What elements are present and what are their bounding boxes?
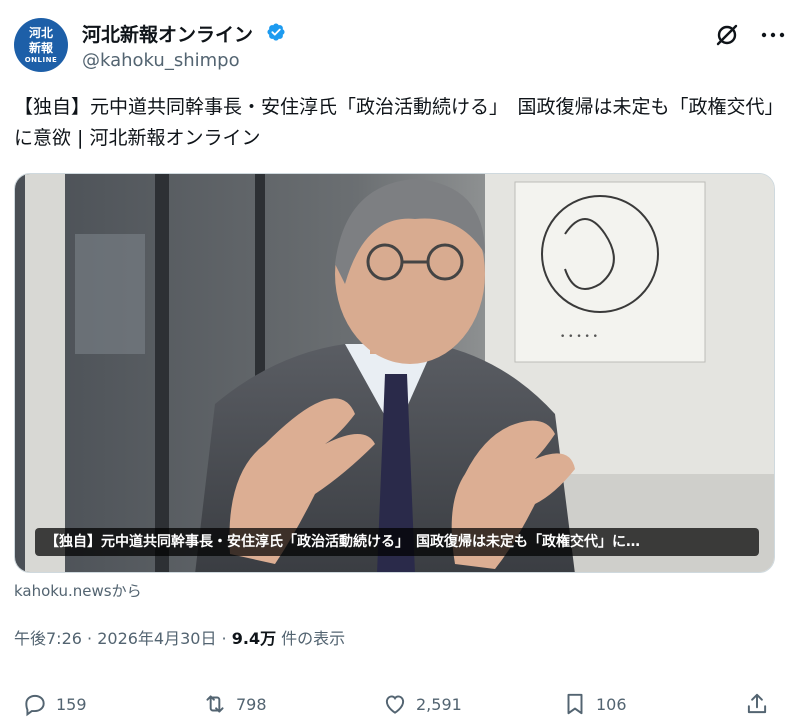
repost-icon xyxy=(206,695,224,713)
reply-button[interactable]: 159 xyxy=(22,690,87,718)
repost-button[interactable]: 798 xyxy=(202,690,267,718)
meta-separator: · xyxy=(216,629,232,648)
user-handle[interactable]: @kahoku_shimpo xyxy=(82,50,240,71)
post-text: 【独自】元中道共同幹事長・安住淳氏「政治活動続ける」 国政復帰は未定も「政権交代… xyxy=(14,96,784,149)
heart-icon xyxy=(385,695,405,714)
link-source[interactable]: kahoku.newsから xyxy=(14,580,142,601)
svg-text:• • • • •: • • • • • xyxy=(560,332,598,342)
display-name[interactable]: 河北新報オンライン xyxy=(82,20,253,47)
link-card-caption: 【独自】元中道共同幹事長・安住淳氏「政治活動続ける」 国政復帰は未定も「政権交代… xyxy=(35,528,759,556)
link-card-image[interactable]: • • • • • 【独自】元中道共同幹事長・安住淳氏「政治活動続ける」 国政復… xyxy=(14,173,775,573)
like-button[interactable]: 2,591 xyxy=(382,690,462,718)
news-photo: • • • • • xyxy=(15,174,774,572)
like-count: 2,591 xyxy=(416,694,462,714)
post-date[interactable]: 2026年4月30日 xyxy=(97,629,216,648)
share-button[interactable] xyxy=(744,690,778,718)
reply-icon xyxy=(25,694,45,717)
bookmark-button[interactable]: 106 xyxy=(562,690,627,718)
avatar[interactable]: 河北 新報 ONLINE xyxy=(14,18,68,72)
bookmark-icon xyxy=(567,693,583,715)
post-meta: 午後7:26 · 2026年4月30日 · 9.4万 件の表示 xyxy=(14,625,345,649)
meta-separator: · xyxy=(81,629,98,648)
repost-count: 798 xyxy=(236,694,267,714)
action-bar: 159 798 2,591 106 xyxy=(14,690,794,718)
more-icon[interactable] xyxy=(758,22,788,48)
grok-icon[interactable] xyxy=(714,22,740,48)
post-time[interactable]: 午後7:26 xyxy=(14,629,82,648)
post-header: 河北 新報 ONLINE 河北新報オンライン @kahoku_shimpo xyxy=(14,18,794,74)
verified-badge-icon[interactable] xyxy=(266,22,286,42)
avatar-text-line3: ONLINE xyxy=(24,56,58,64)
avatar-text-line2: 新報 xyxy=(28,41,53,55)
share-icon xyxy=(747,693,767,714)
views-count: 9.4万 xyxy=(231,629,277,648)
reply-count: 159 xyxy=(56,694,87,714)
views-label: 件の表示 xyxy=(276,629,346,648)
bookmark-count: 106 xyxy=(596,694,627,714)
